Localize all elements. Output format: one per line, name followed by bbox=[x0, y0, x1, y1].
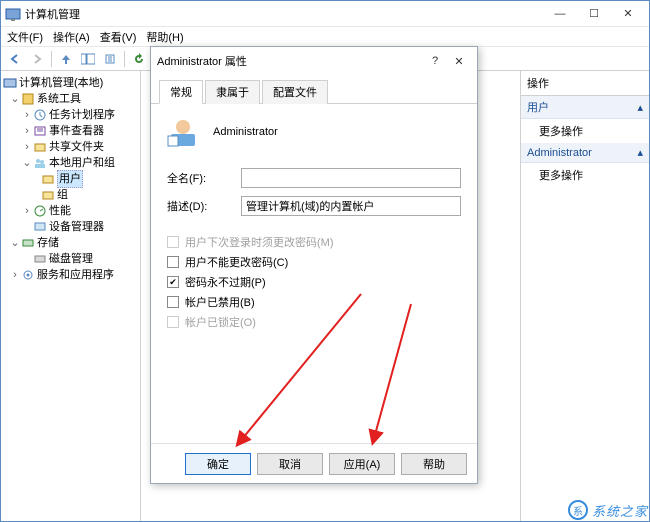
actions-pane: 操作 用户▴ 更多操作 Administrator▴ 更多操作 bbox=[521, 71, 649, 521]
export-button[interactable] bbox=[100, 49, 120, 69]
check-account-disabled[interactable]: 帐户已禁用(B) bbox=[167, 292, 461, 312]
tab-profile[interactable]: 配置文件 bbox=[262, 80, 328, 104]
dialog-title: Administrator 属性 bbox=[157, 53, 423, 69]
check-never-expires[interactable]: ✔密码永不过期(P) bbox=[167, 272, 461, 292]
tree-task-scheduler[interactable]: ›任务计划程序 bbox=[3, 107, 138, 123]
actions-more-2[interactable]: 更多操作 bbox=[521, 163, 649, 187]
tab-general[interactable]: 常规 bbox=[159, 80, 203, 104]
dialog-help-button[interactable]: ? bbox=[423, 55, 447, 67]
maximize-button[interactable]: ☐ bbox=[577, 4, 611, 24]
show-hide-tree-button[interactable] bbox=[78, 49, 98, 69]
actions-more-1[interactable]: 更多操作 bbox=[521, 119, 649, 143]
watermark-logo-icon: 系 bbox=[568, 500, 588, 520]
help-button[interactable]: 帮助 bbox=[401, 453, 467, 475]
tree-storage[interactable]: ⌄存储 bbox=[3, 235, 138, 251]
description-input[interactable] bbox=[241, 196, 461, 216]
check-cannot-change[interactable]: 用户不能更改密码(C) bbox=[167, 252, 461, 272]
menubar: 文件(F) 操作(A) 查看(V) 帮助(H) bbox=[1, 27, 649, 47]
check-must-change: 用户下次登录时须更改密码(M) bbox=[167, 232, 461, 252]
actions-group-admin[interactable]: Administrator▴ bbox=[521, 143, 649, 163]
app-icon bbox=[5, 6, 21, 22]
minimize-button[interactable]: — bbox=[543, 4, 577, 24]
tree-services-apps[interactable]: ›服务和应用程序 bbox=[3, 267, 138, 283]
tree-local-users-groups[interactable]: ⌄本地用户和组 bbox=[3, 155, 138, 171]
menu-view[interactable]: 查看(V) bbox=[100, 29, 137, 45]
forward-button[interactable] bbox=[27, 49, 47, 69]
user-avatar-icon bbox=[167, 116, 199, 148]
fullname-label: 全名(F): bbox=[167, 170, 241, 186]
dialog-button-row: 确定 取消 应用(A) 帮助 bbox=[151, 443, 477, 483]
back-button[interactable] bbox=[5, 49, 25, 69]
actions-group-users[interactable]: 用户▴ bbox=[521, 96, 649, 119]
close-button[interactable]: ✕ bbox=[611, 4, 645, 24]
dialog-close-button[interactable]: ✕ bbox=[447, 55, 471, 68]
menu-action[interactable]: 操作(A) bbox=[53, 29, 90, 45]
tree-view[interactable]: 计算机管理(本地) ⌄系统工具 ›任务计划程序 ›事件查看器 ›共享文件夹 ⌄本… bbox=[1, 71, 141, 521]
tree-shared-folders[interactable]: ›共享文件夹 bbox=[3, 139, 138, 155]
tree-system-tools[interactable]: ⌄系统工具 bbox=[3, 91, 138, 107]
menu-file[interactable]: 文件(F) bbox=[7, 29, 43, 45]
properties-dialog: Administrator 属性 ? ✕ 常规 隶属于 配置文件 Adminis… bbox=[150, 46, 478, 484]
titlebar: 计算机管理 — ☐ ✕ bbox=[1, 1, 649, 27]
ok-button[interactable]: 确定 bbox=[185, 453, 251, 475]
description-label: 描述(D): bbox=[167, 198, 241, 214]
dialog-tabs: 常规 隶属于 配置文件 bbox=[151, 75, 477, 104]
tree-users[interactable]: 用户 bbox=[3, 171, 138, 187]
dialog-titlebar: Administrator 属性 ? ✕ bbox=[151, 47, 477, 75]
menu-help[interactable]: 帮助(H) bbox=[146, 29, 183, 45]
check-account-locked: 帐户已锁定(O) bbox=[167, 312, 461, 332]
tree-device-manager[interactable]: 设备管理器 bbox=[3, 219, 138, 235]
tree-disk-management[interactable]: 磁盘管理 bbox=[3, 251, 138, 267]
collapse-icon: ▴ bbox=[637, 101, 643, 114]
watermark: 系 系统之家 bbox=[568, 500, 648, 520]
tree-groups[interactable]: 组 bbox=[3, 187, 138, 203]
tree-event-viewer[interactable]: ›事件查看器 bbox=[3, 123, 138, 139]
tree-performance[interactable]: ›性能 bbox=[3, 203, 138, 219]
username-label: Administrator bbox=[213, 126, 278, 138]
watermark-text: 系统之家 bbox=[592, 501, 648, 520]
refresh-button[interactable] bbox=[129, 49, 149, 69]
window-title: 计算机管理 bbox=[25, 6, 543, 22]
actions-header: 操作 bbox=[521, 71, 649, 96]
up-button[interactable] bbox=[56, 49, 76, 69]
cancel-button[interactable]: 取消 bbox=[257, 453, 323, 475]
tab-member-of[interactable]: 隶属于 bbox=[205, 80, 260, 104]
dialog-body: Administrator 全名(F): 描述(D): 用户下次登录时须更改密码… bbox=[151, 104, 477, 443]
apply-button[interactable]: 应用(A) bbox=[329, 453, 395, 475]
fullname-input[interactable] bbox=[241, 168, 461, 188]
collapse-icon: ▴ bbox=[637, 146, 643, 159]
tree-root[interactable]: 计算机管理(本地) bbox=[3, 75, 138, 91]
